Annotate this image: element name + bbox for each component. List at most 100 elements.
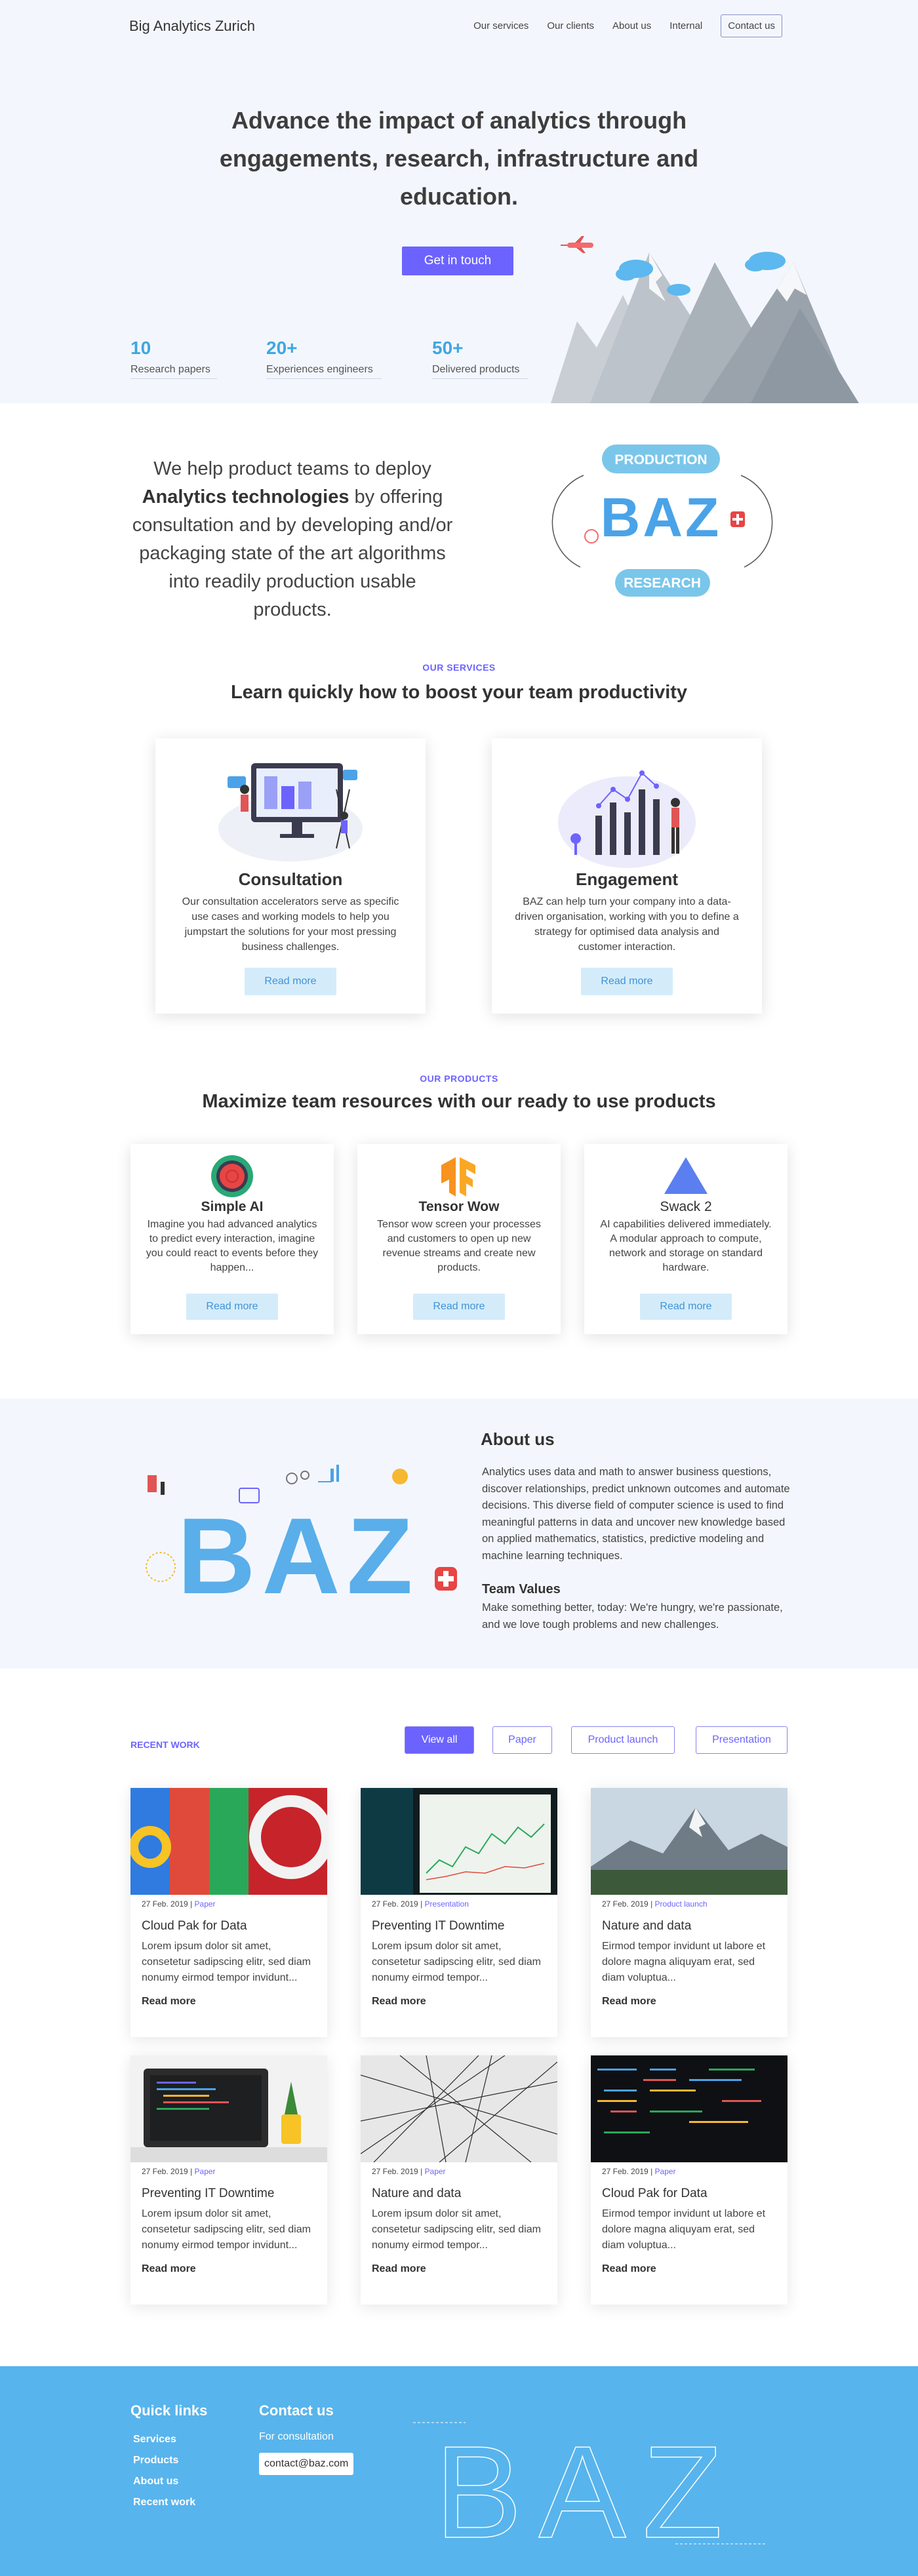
filter-paper[interactable]: Paper — [492, 1726, 552, 1754]
footer-link-about-us[interactable]: About us — [133, 2476, 178, 2487]
post-meta: 27 Feb. 2019 | Paper — [142, 1899, 216, 1909]
read-more-link[interactable]: Read more — [142, 2263, 196, 2275]
read-more-link[interactable]: Read more — [372, 1996, 426, 2008]
network-lines-photo — [361, 2055, 557, 2162]
read-more-link[interactable]: Read more — [602, 1996, 656, 2008]
post-card[interactable]: 27 Feb. 2019 | Presentation Preventing I… — [361, 1788, 557, 2037]
post-image — [130, 1788, 327, 1895]
get-in-touch-button[interactable]: Get in touch — [402, 247, 513, 275]
post-date: 27 Feb. 2019 — [372, 2167, 418, 2176]
code-screen-photo — [591, 2055, 788, 2162]
post-title[interactable]: Preventing IT Downtime — [372, 1919, 504, 1933]
read-more-button[interactable]: Read more — [581, 968, 673, 995]
nav-internal[interactable]: Internal — [669, 20, 702, 31]
post-date: 27 Feb. 2019 — [602, 1899, 649, 1909]
services-tag: OUR SERVICES — [422, 662, 496, 673]
read-more-link[interactable]: Read more — [372, 2263, 426, 2275]
intro-text: We help product teams to deploy Analytic… — [129, 455, 456, 624]
stock-chart-photo — [361, 1788, 557, 1895]
post-title[interactable]: Preventing IT Downtime — [142, 2187, 274, 2201]
presentation-illustration — [218, 763, 363, 862]
chart-illustration — [558, 770, 696, 868]
stat-number: 20+ — [266, 338, 298, 358]
post-card[interactable]: 27 Feb. 2019 | Paper Nature and data Lor… — [361, 2055, 557, 2305]
post-image — [591, 1788, 788, 1895]
post-image — [361, 1788, 557, 1895]
logo-baz-text: BAZ — [601, 486, 722, 548]
team-values-body: Make something better, today: We're hung… — [482, 1602, 783, 1631]
mountain-photo — [591, 1788, 788, 1895]
filter-view-all[interactable]: View all — [405, 1726, 474, 1754]
post-image — [591, 2055, 788, 2162]
post-excerpt: Lorem ipsum dolor sit amet, consetetur s… — [372, 1941, 541, 1983]
footer-link-recent-work[interactable]: Recent work — [133, 2497, 195, 2508]
hero-title: Advance the impact of analytics through … — [219, 107, 699, 210]
service-description: BAZ can help turn your company into a da… — [515, 896, 739, 953]
post-date: 27 Feb. 2019 — [142, 1899, 188, 1909]
footer-baz-outline: BAZ — [413, 2419, 767, 2547]
post-image — [130, 2055, 327, 2162]
contact-us-button[interactable]: Contact us — [721, 14, 782, 37]
filter-presentation[interactable]: Presentation — [696, 1726, 788, 1754]
post-date: 27 Feb. 2019 — [602, 2167, 649, 2176]
nav-about-us[interactable]: About us — [612, 20, 651, 31]
nav-our-services[interactable]: Our services — [473, 20, 529, 31]
about-body: Analytics uses data and math to answer b… — [482, 1466, 790, 1562]
read-more-button[interactable]: Read more — [413, 1294, 505, 1320]
post-category[interactable]: Paper — [195, 2167, 216, 2176]
post-category[interactable]: Product launch — [655, 1899, 708, 1909]
read-more-button[interactable]: Read more — [640, 1294, 732, 1320]
post-title[interactable]: Nature and data — [372, 2187, 461, 2201]
post-title[interactable]: Cloud Pak for Data — [602, 2187, 708, 2201]
stat-products: 50+ Delivered products — [432, 338, 528, 379]
service-description: Our consultation accelerators serve as s… — [182, 896, 399, 953]
tensorflow-icon — [441, 1157, 475, 1197]
baz-about-illustration: BAZ — [146, 1465, 457, 1600]
product-description: Tensor wow screen your processes and cus… — [377, 1219, 541, 1273]
post-card[interactable]: 27 Feb. 2019 | Paper Cloud Pak for Data … — [591, 2055, 788, 2305]
service-card-engagement: Engagement BAZ can help turn your compan… — [492, 738, 762, 1014]
post-card[interactable]: 27 Feb. 2019 | Paper Preventing IT Downt… — [130, 2055, 327, 2305]
post-image — [361, 2055, 557, 2162]
post-meta: 27 Feb. 2019 | Paper — [372, 2167, 446, 2176]
main-nav: Our services Our clients About us Intern… — [473, 14, 782, 37]
post-title[interactable]: Nature and data — [602, 1919, 691, 1933]
post-category[interactable]: Presentation — [425, 1899, 469, 1909]
product-description: Imagine you had advanced analytics to pr… — [146, 1219, 319, 1273]
contact-email-link[interactable]: contact@baz.com — [259, 2453, 354, 2475]
product-title: Simple AI — [201, 1199, 264, 1214]
post-meta: 27 Feb. 2019 | Presentation — [372, 1899, 469, 1909]
stat-label: Delivered products — [432, 364, 528, 379]
baz-cycle-logo: PRODUCTION BAZ RESEARCH — [551, 445, 773, 597]
post-title[interactable]: Cloud Pak for Data — [142, 1919, 247, 1933]
hero-section: Big Analytics Zurich Our services Our cl… — [0, 0, 918, 403]
logo-research-label: RESEARCH — [624, 576, 701, 591]
recent-work-label: RECENT WORK — [130, 1739, 200, 1750]
product-card-simple-ai: Simple AI Imagine you had advanced analy… — [130, 1144, 334, 1334]
about-art-text: BAZ — [177, 1496, 419, 1600]
stat-number: 50+ — [432, 338, 464, 358]
footer-link-products[interactable]: Products — [133, 2455, 178, 2467]
post-meta: 27 Feb. 2019 | Product launch — [602, 1899, 708, 1909]
post-excerpt: Lorem ipsum dolor sit amet, consetetur s… — [142, 2208, 311, 2251]
contact-title: Contact us — [259, 2402, 334, 2419]
post-date: 27 Feb. 2019 — [142, 2167, 188, 2176]
brand-logo[interactable]: Big Analytics Zurich — [129, 18, 255, 35]
post-category[interactable]: Paper — [425, 2167, 446, 2176]
read-more-button[interactable]: Read more — [186, 1294, 278, 1320]
post-category[interactable]: Paper — [655, 2167, 676, 2176]
post-card[interactable]: 27 Feb. 2019 | Product launch Nature and… — [591, 1788, 788, 2037]
read-more-button[interactable]: Read more — [245, 968, 336, 995]
footer-link-services[interactable]: Services — [133, 2434, 176, 2446]
nav-our-clients[interactable]: Our clients — [547, 20, 594, 31]
stat-label: Research papers — [130, 364, 217, 379]
read-more-link[interactable]: Read more — [142, 1996, 196, 2008]
filter-product-launch[interactable]: Product launch — [571, 1726, 675, 1754]
read-more-link[interactable]: Read more — [602, 2263, 656, 2275]
post-card[interactable]: 27 Feb. 2019 | Paper Cloud Pak for Data … — [130, 1788, 327, 2037]
post-excerpt: Lorem ipsum dolor sit amet, consetetur s… — [142, 1941, 311, 1983]
products-title: Maximize team resources with our ready t… — [202, 1091, 716, 1112]
team-values-title: Team Values — [482, 1582, 561, 1596]
post-category[interactable]: Paper — [195, 1899, 216, 1909]
google-sign-photo — [130, 1788, 327, 1895]
